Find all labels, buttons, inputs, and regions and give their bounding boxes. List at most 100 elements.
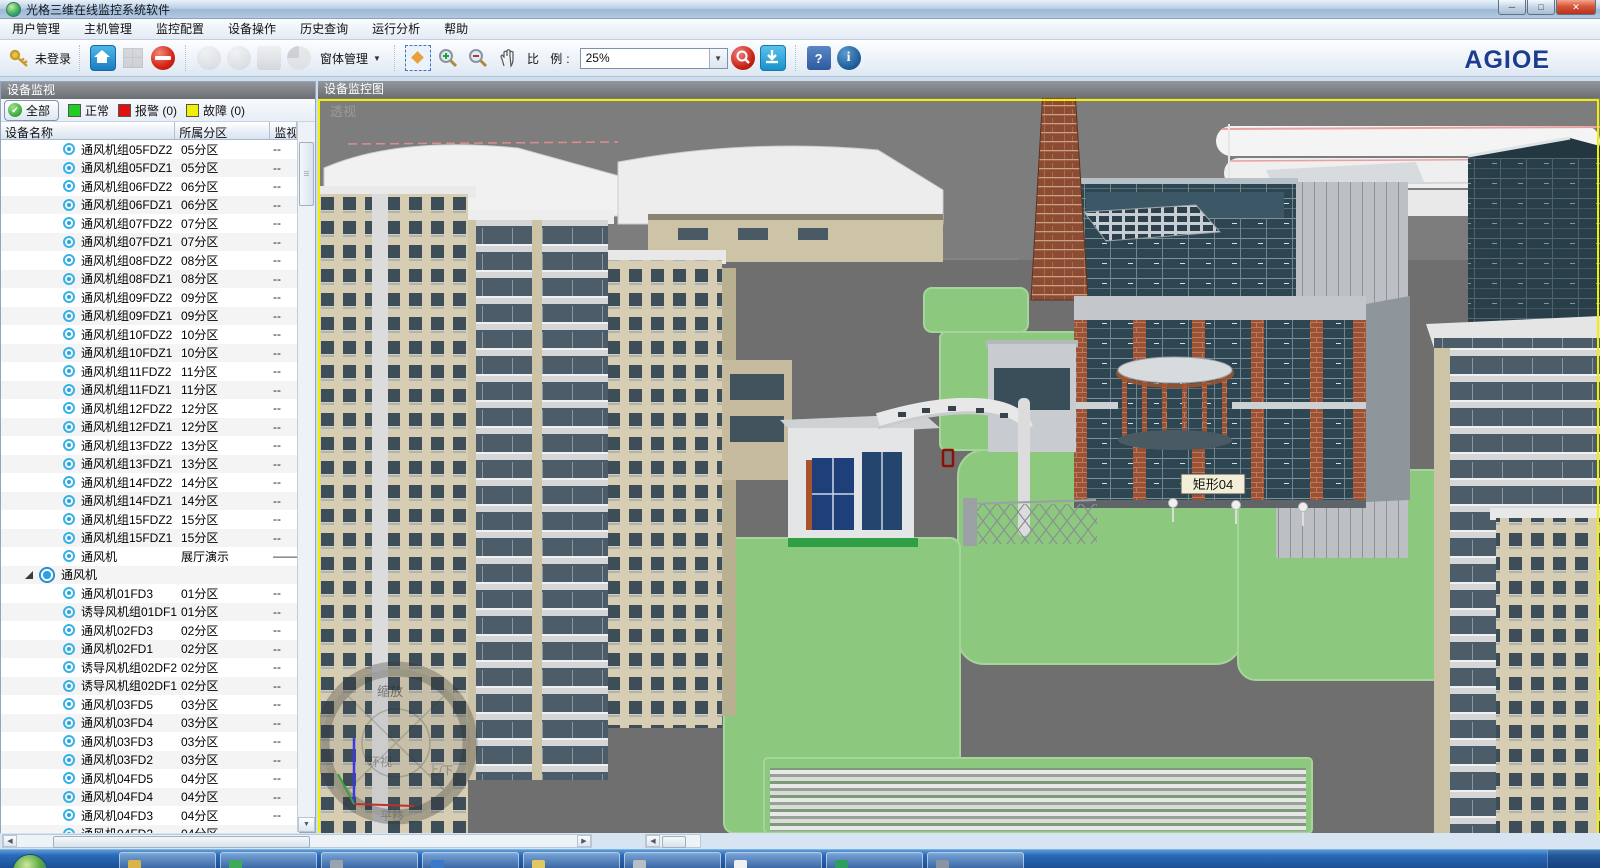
zoom-out-button[interactable]: [464, 44, 492, 72]
table-row[interactable]: 通风机组06FDZ206分区--: [1, 177, 299, 196]
table-row[interactable]: 通风机组06FDZ106分区--: [1, 196, 299, 215]
table-row[interactable]: 通风机03FD203分区--: [1, 751, 299, 770]
login-button[interactable]: 未登录: [7, 44, 71, 72]
scale-combo[interactable]: 25% ▼: [580, 48, 728, 69]
table-row[interactable]: 通风机组12FDZ212分区--: [1, 399, 299, 418]
table-row[interactable]: 通风机组15FDZ115分区--: [1, 529, 299, 548]
taskbar-app-button[interactable]: [523, 852, 620, 868]
table-row[interactable]: 通风机组11FDZ211分区--: [1, 362, 299, 381]
about-button[interactable]: i: [835, 44, 863, 72]
menu-item[interactable]: 监控配置: [144, 19, 216, 39]
pan-button[interactable]: [494, 44, 522, 72]
table-row[interactable]: 通风机组15FDZ215分区--: [1, 510, 299, 529]
minimize-button[interactable]: ─: [1498, 0, 1526, 15]
table-row[interactable]: 通风机02FD302分区--: [1, 621, 299, 640]
taskbar-app-button[interactable]: [725, 852, 822, 868]
scroll-down-button[interactable]: ▼: [298, 817, 315, 832]
table-row[interactable]: 通风机组10FDZ210分区--: [1, 325, 299, 344]
table-row[interactable]: 通风机组08FDZ108分区--: [1, 270, 299, 289]
scrollbar-thumb[interactable]: [53, 836, 310, 848]
horizontal-scrollbar-fragment[interactable]: ◀: [645, 834, 701, 848]
scroll-right-button[interactable]: ▶: [577, 835, 591, 847]
3d-scene[interactable]: 矩形04 缩放 × 环视 上/下 平移: [318, 98, 1600, 833]
table-row[interactable]: 通风机组07FDZ107分区--: [1, 233, 299, 252]
column-device-name[interactable]: 设备名称: [1, 122, 175, 139]
taskbar-app-button[interactable]: [826, 852, 923, 868]
close-button[interactable]: ✕: [1556, 0, 1596, 15]
table-row[interactable]: 通风机04FD304分区--: [1, 806, 299, 825]
disc-button[interactable]: [225, 44, 253, 72]
table-row[interactable]: 通风机组05FDZ205分区--: [1, 140, 299, 159]
window-manage-dropdown[interactable]: 窗体管理 ▼: [314, 50, 387, 67]
taskbar-app-button[interactable]: [422, 852, 519, 868]
table-row[interactable]: 通风机: [1, 566, 299, 585]
table-row[interactable]: 通风机02FD102分区--: [1, 640, 299, 659]
archive-button[interactable]: [255, 44, 283, 72]
tree-expander-icon[interactable]: [25, 571, 33, 579]
device-status: --: [273, 457, 299, 471]
menu-item[interactable]: 历史查询: [288, 19, 360, 39]
stop-button[interactable]: [149, 44, 177, 72]
layout-grid-button[interactable]: [119, 44, 147, 72]
scroll-left-button[interactable]: ◀: [646, 835, 660, 847]
horizontal-scrollbar[interactable]: ◀ ▶: [2, 834, 592, 848]
table-row[interactable]: 通风机组10FDZ110分区--: [1, 344, 299, 363]
taskbar-app-button[interactable]: [220, 852, 317, 868]
scroll-left-button[interactable]: ◀: [3, 835, 17, 847]
table-row[interactable]: 诱导风机组01DF101分区--: [1, 603, 299, 622]
3d-viewport[interactable]: 矩形04 缩放 × 环视 上/下 平移: [318, 98, 1600, 833]
table-row[interactable]: 通风机组12FDZ112分区--: [1, 418, 299, 437]
filter-normal-button[interactable]: 正常: [68, 102, 109, 119]
table-row[interactable]: 通风机展厅演示——: [1, 547, 299, 566]
nav-close-icon[interactable]: ×: [452, 683, 459, 697]
table-row[interactable]: 通风机03FD303分区--: [1, 732, 299, 751]
maximize-button[interactable]: □: [1527, 0, 1555, 15]
filter-alarm-button[interactable]: 报警 (0): [118, 102, 177, 119]
menu-item[interactable]: 用户管理: [0, 19, 72, 39]
table-row[interactable]: 通风机组08FDZ208分区--: [1, 251, 299, 270]
table-row[interactable]: 通风机组14FDZ114分区--: [1, 492, 299, 511]
home-button[interactable]: [89, 44, 117, 72]
locate-button[interactable]: [729, 44, 757, 72]
navigation-wheel[interactable]: 缩放 × 环视 上/下 平移: [322, 669, 470, 823]
export-button[interactable]: [759, 44, 787, 72]
table-row[interactable]: 通风机组14FDZ214分区--: [1, 473, 299, 492]
device-icon: [63, 532, 75, 544]
table-row[interactable]: 通风机03FD403分区--: [1, 714, 299, 733]
select-region-button[interactable]: [404, 44, 432, 72]
taskbar-app-button[interactable]: [119, 852, 216, 868]
table-row[interactable]: 诱导风机组02DF202分区--: [1, 658, 299, 677]
table-row[interactable]: 通风机04FD404分区--: [1, 788, 299, 807]
table-row[interactable]: 通风机组09FDZ209分区--: [1, 288, 299, 307]
scrollbar-thumb[interactable]: [299, 142, 314, 206]
table-row[interactable]: 通风机组13FDZ113分区--: [1, 455, 299, 474]
table-row[interactable]: 通风机01FD301分区--: [1, 584, 299, 603]
menu-item[interactable]: 主机管理: [72, 19, 144, 39]
table-row[interactable]: 通风机03FD503分区--: [1, 695, 299, 714]
table-row[interactable]: 通风机组13FDZ213分区--: [1, 436, 299, 455]
table-row[interactable]: 诱导风机组02DF102分区--: [1, 677, 299, 696]
filter-fault-button[interactable]: 故障 (0): [186, 102, 245, 119]
pie-button[interactable]: [285, 44, 313, 72]
menu-item[interactable]: 设备操作: [216, 19, 288, 39]
start-button[interactable]: [12, 854, 48, 868]
zoom-in-button[interactable]: [434, 44, 462, 72]
help-button[interactable]: ?: [805, 44, 833, 72]
table-row[interactable]: 通风机04FD504分区--: [1, 769, 299, 788]
table-row[interactable]: 通风机组07FDZ207分区--: [1, 214, 299, 233]
table-row[interactable]: 通风机组09FDZ109分区--: [1, 307, 299, 326]
menu-item[interactable]: 运行分析: [360, 19, 432, 39]
taskbar-app-button[interactable]: [927, 852, 1024, 868]
vertical-scrollbar[interactable]: ▼: [297, 122, 315, 832]
table-row[interactable]: 通风机组05FDZ105分区--: [1, 159, 299, 178]
filter-all-button[interactable]: ✔ 全部: [4, 100, 59, 121]
fan-button[interactable]: [195, 44, 223, 72]
scrollbar-thumb[interactable]: [662, 836, 686, 848]
column-monitor[interactable]: 监视: [270, 122, 296, 139]
column-zone[interactable]: 所属分区: [175, 122, 270, 139]
table-row[interactable]: 通风机组11FDZ111分区--: [1, 381, 299, 400]
system-tray[interactable]: [1547, 850, 1600, 868]
taskbar-app-button[interactable]: [321, 852, 418, 868]
menu-item[interactable]: 帮助: [432, 19, 480, 39]
taskbar-app-button[interactable]: [624, 852, 721, 868]
